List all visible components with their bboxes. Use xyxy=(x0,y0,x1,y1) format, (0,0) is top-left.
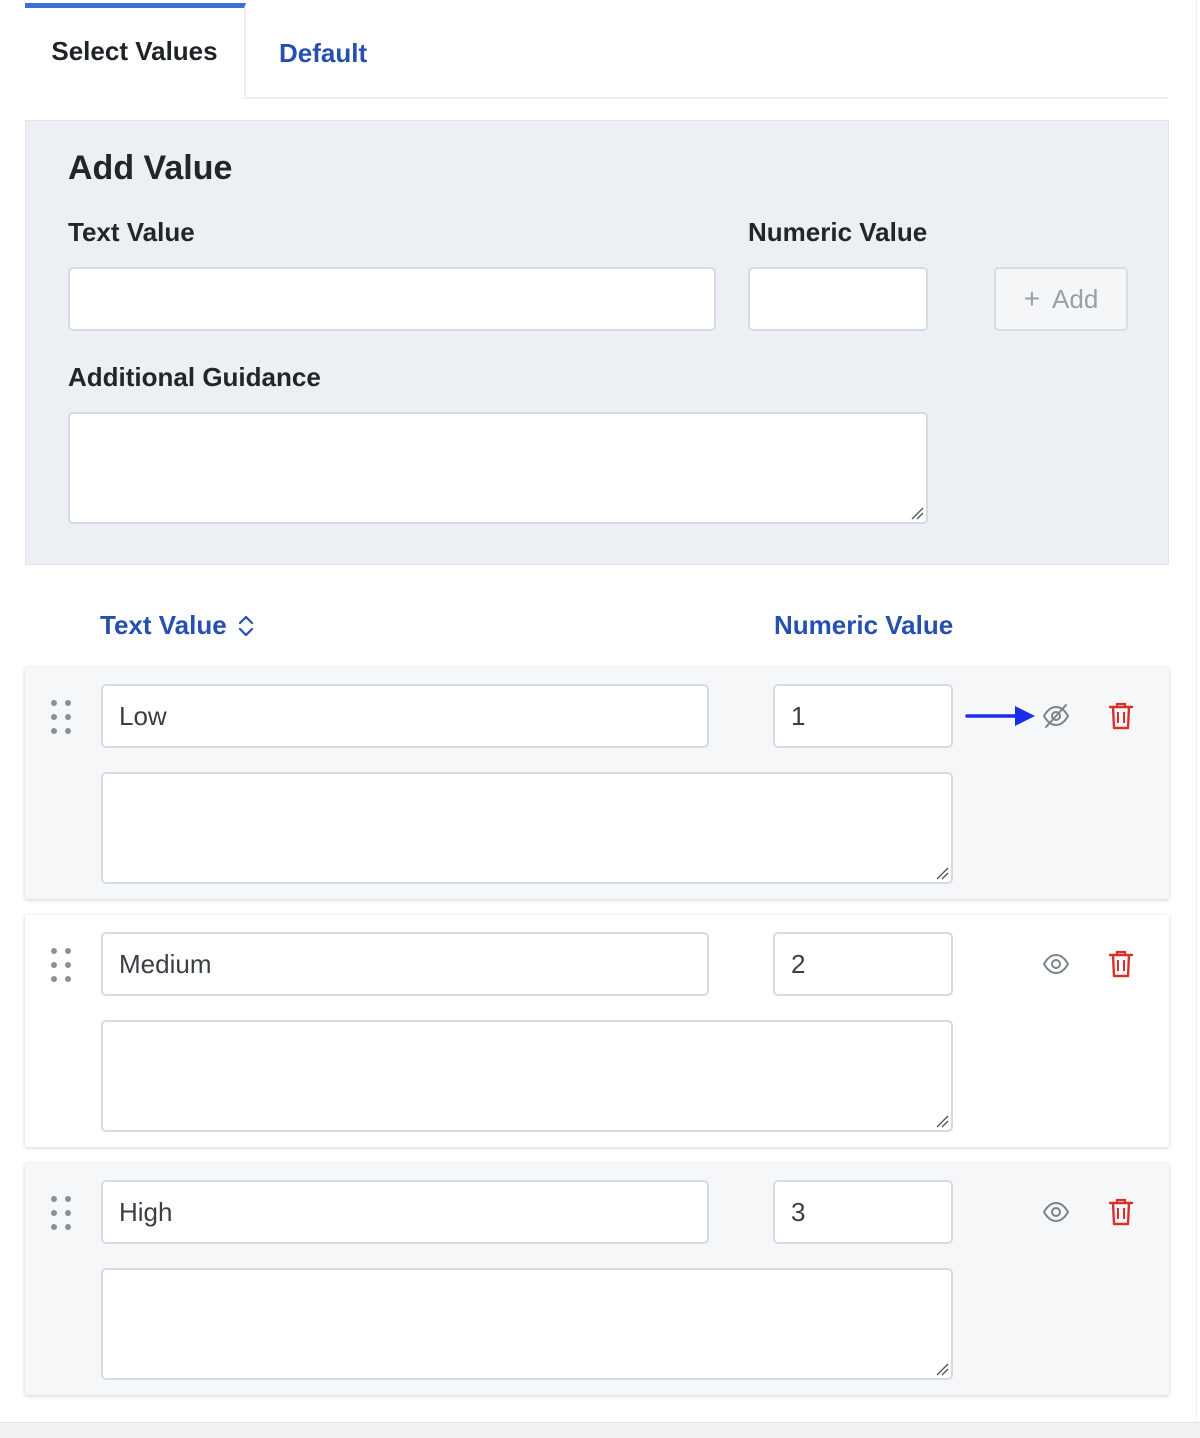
eye-off-icon[interactable] xyxy=(1041,701,1071,731)
row-numeric-value-input[interactable]: 2 xyxy=(773,932,953,996)
row-guidance-textarea[interactable] xyxy=(101,1268,953,1380)
tab-default[interactable]: Default xyxy=(279,3,367,99)
resize-handle-icon[interactable] xyxy=(935,1362,949,1376)
add-button-label: Add xyxy=(1052,283,1099,314)
column-header-numeric-value: Numeric Value xyxy=(774,610,953,641)
numeric-value-label: Numeric Value xyxy=(748,217,928,247)
bottom-bar xyxy=(0,1422,1200,1438)
add-value-panel: Add Value Text Value Numeric Value + Add… xyxy=(25,120,1169,565)
resize-handle-icon[interactable] xyxy=(935,866,949,880)
additional-guidance-textarea[interactable] xyxy=(68,412,928,524)
tab-label: Select Values xyxy=(51,36,218,66)
plus-icon: + xyxy=(1023,283,1041,314)
sort-icon xyxy=(238,615,253,636)
text-value-label: Text Value xyxy=(68,217,195,247)
panel-title: Add Value xyxy=(68,149,233,187)
trash-icon[interactable] xyxy=(1108,1197,1134,1227)
row-guidance-textarea[interactable] xyxy=(101,772,953,884)
drag-handle-icon[interactable] xyxy=(50,1195,72,1231)
drag-handle-icon[interactable] xyxy=(50,699,72,735)
eye-icon[interactable] xyxy=(1041,1197,1071,1227)
list-item: Medium 2 xyxy=(25,915,1169,1147)
column-header-label: Numeric Value xyxy=(774,610,954,640)
tab-select-values[interactable]: Select Values xyxy=(25,3,246,99)
numeric-value-input[interactable] xyxy=(748,267,928,331)
tab-label: Default xyxy=(279,37,368,68)
row-text-value-input[interactable]: Medium xyxy=(101,932,709,996)
annotation-arrow-icon xyxy=(965,706,1035,726)
list-item: Low 1 xyxy=(25,667,1169,899)
add-button[interactable]: + Add xyxy=(994,267,1128,331)
column-header-text-value[interactable]: Text Value xyxy=(100,610,255,641)
drag-handle-icon[interactable] xyxy=(50,947,72,983)
row-text-value-input[interactable]: High xyxy=(101,1180,709,1244)
list-item: High 3 xyxy=(25,1163,1169,1395)
text-value-input[interactable] xyxy=(68,267,716,331)
row-numeric-value-input[interactable]: 3 xyxy=(773,1180,953,1244)
eye-icon[interactable] xyxy=(1041,949,1071,979)
column-header-label: Text Value xyxy=(100,610,227,640)
row-text-value-input[interactable]: Low xyxy=(101,684,709,748)
row-guidance-textarea[interactable] xyxy=(101,1020,953,1132)
row-numeric-value-input[interactable]: 1 xyxy=(773,684,953,748)
trash-icon[interactable] xyxy=(1108,949,1134,979)
resize-handle-icon[interactable] xyxy=(910,506,924,520)
resize-handle-icon[interactable] xyxy=(935,1114,949,1128)
additional-guidance-label: Additional Guidance xyxy=(68,362,321,392)
tab-bar: Select Values Default xyxy=(25,3,1168,99)
window-edge xyxy=(1196,0,1200,1422)
trash-icon[interactable] xyxy=(1108,701,1134,731)
